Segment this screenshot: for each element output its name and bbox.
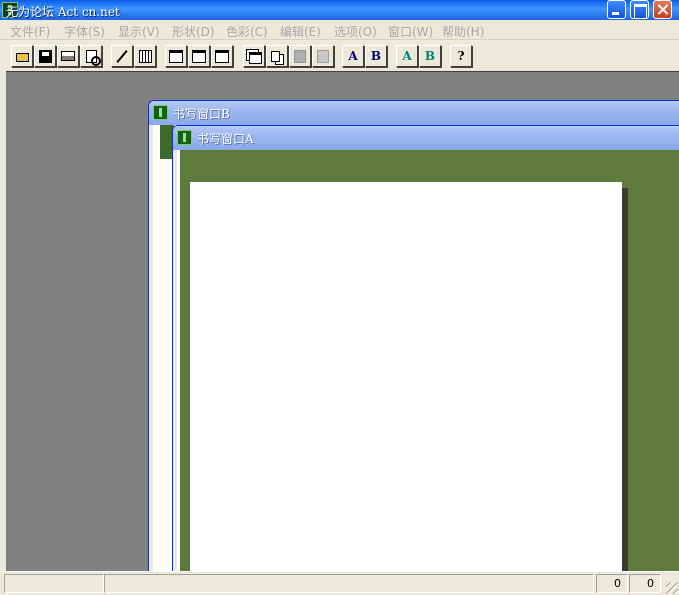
window-layout-1-button[interactable] <box>165 45 187 67</box>
menu-file[interactable]: 文件(F) <box>10 23 50 40</box>
font-a-label: A <box>348 49 358 63</box>
menu-options[interactable]: 选项(O) <box>334 23 377 40</box>
child-window-a-titlebar[interactable]: 书写窗口A <box>173 126 679 150</box>
status-pane-main <box>104 574 594 593</box>
menu-bar: 文件(F) 字体(S) 显示(V) 形状(D) 色彩(C) 编辑(E) 选项(O… <box>0 20 679 40</box>
maximize-button[interactable] <box>630 0 649 19</box>
open-button[interactable] <box>11 45 33 67</box>
toolbar: A B A B ? <box>0 41 679 71</box>
menu-edit[interactable]: 编辑(E) <box>280 23 321 40</box>
folder-open-icon <box>15 53 29 62</box>
resize-grip[interactable] <box>666 582 678 594</box>
help-icon: ? <box>457 49 465 63</box>
help-button[interactable]: ? <box>450 45 472 67</box>
menu-font[interactable]: 字体(S) <box>64 23 105 40</box>
window-frame-icon <box>192 49 206 63</box>
writing-paper[interactable] <box>190 182 622 571</box>
status-pane-message <box>4 574 104 593</box>
print-preview-icon <box>85 49 101 66</box>
cascade-button[interactable] <box>243 45 265 67</box>
status-bar: 0 0 <box>0 571 679 595</box>
child-window-a-title: 书写窗口A <box>197 132 254 146</box>
print-preview-button[interactable] <box>80 45 102 67</box>
menu-help[interactable]: 帮助(H) <box>442 23 484 40</box>
window-layout-2-button[interactable] <box>188 45 210 67</box>
status-value-2: 0 <box>629 574 661 593</box>
print-button[interactable] <box>57 45 79 67</box>
copy-icon <box>271 50 280 62</box>
floppy-disk-icon <box>38 49 52 63</box>
menu-view[interactable]: 显示(V) <box>118 23 160 40</box>
window-frame-icon <box>169 49 183 63</box>
child-window-a[interactable]: 书写窗口A <box>172 125 679 571</box>
menu-window[interactable]: 窗口(W) <box>388 23 433 40</box>
clipboard-icon <box>317 49 329 63</box>
menu-shape[interactable]: 形状(D) <box>172 23 215 40</box>
copy-button[interactable] <box>266 45 288 67</box>
color-a-label: A <box>402 49 412 63</box>
window-layout-3-button[interactable] <box>211 45 233 67</box>
font-a-button[interactable]: A <box>342 45 364 67</box>
save-button[interactable] <box>34 45 56 67</box>
window-title: 无为论坛 Act cn.net <box>6 5 120 19</box>
cascade-windows-icon <box>249 51 262 64</box>
color-a-button[interactable]: A <box>396 45 418 67</box>
close-button[interactable] <box>653 0 672 19</box>
status-value-1: 0 <box>596 574 628 593</box>
paste-button[interactable] <box>289 45 311 67</box>
printer-icon <box>61 51 75 61</box>
clear-button[interactable] <box>312 45 334 67</box>
font-b-label: B <box>370 49 382 63</box>
grid-button[interactable] <box>134 45 156 67</box>
mdi-client-area[interactable]: 书写窗口B 书写窗口A <box>6 71 679 571</box>
pen-icon <box>116 49 128 63</box>
color-b-label: B <box>424 49 436 63</box>
menu-color[interactable]: 色彩(C) <box>226 23 268 40</box>
pen-app-icon[interactable] <box>153 105 168 120</box>
child-window-b-titlebar[interactable]: 书写窗口B <box>149 101 679 125</box>
pen-button[interactable] <box>111 45 133 67</box>
child-window-a-canvas[interactable] <box>177 150 679 571</box>
grid-icon <box>138 49 152 63</box>
pen-app-icon[interactable] <box>177 130 192 145</box>
child-window-b-title: 书写窗口B <box>173 107 230 121</box>
font-b-button[interactable]: B <box>365 45 387 67</box>
color-b-button[interactable]: B <box>419 45 441 67</box>
minimize-button[interactable] <box>607 0 626 19</box>
window-frame-icon <box>215 49 229 63</box>
title-bar[interactable]: 无为论坛 Act cn.net <box>0 0 679 20</box>
paste-icon <box>294 49 306 63</box>
